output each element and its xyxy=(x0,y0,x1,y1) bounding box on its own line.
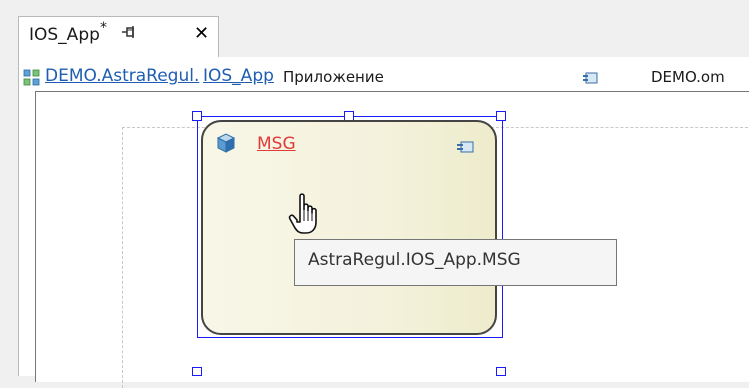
cube-icon xyxy=(216,133,236,153)
breadcrumb-current-link[interactable]: IOS_App xyxy=(203,66,274,86)
close-icon[interactable]: ✕ xyxy=(194,23,209,44)
breadcrumb-root-link[interactable]: DEMO.AstraRegul. xyxy=(45,66,199,86)
application-node-name[interactable]: MSG xyxy=(257,134,296,154)
tooltip-text: AstraRegul.IOS_App.MSG xyxy=(308,250,521,270)
component-icon xyxy=(583,72,598,84)
hand-pointer-icon xyxy=(288,193,317,234)
unsaved-marker: * xyxy=(100,20,107,36)
application-node[interactable]: MSG xyxy=(201,120,497,335)
component-icon xyxy=(457,141,474,153)
resize-handle-top-right[interactable] xyxy=(496,111,506,121)
tab-ios-app[interactable]: IOS_App * ✕ xyxy=(18,16,219,58)
document-tabstrip: IOS_App * ✕ xyxy=(0,0,749,58)
tab-title: IOS_App xyxy=(29,25,100,45)
resize-handle-bottom-right[interactable] xyxy=(496,367,506,376)
breadcrumb-type-label: Приложение xyxy=(283,68,384,86)
resize-handle-top-left[interactable] xyxy=(192,111,202,121)
diagram-grid-icon xyxy=(23,69,40,86)
resize-handle-bottom-left[interactable] xyxy=(192,367,202,376)
pin-icon[interactable] xyxy=(121,25,137,43)
tooltip: AstraRegul.IOS_App.MSG xyxy=(294,239,617,286)
breadcrumb-extra: DEMO.om xyxy=(651,68,725,86)
